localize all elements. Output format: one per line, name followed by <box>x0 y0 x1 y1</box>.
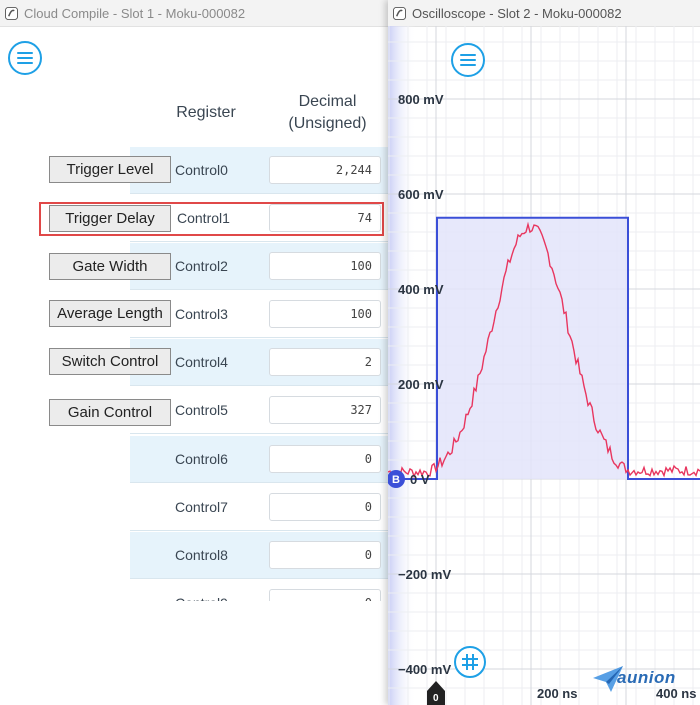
register-label-average-length[interactable]: Average Length <box>49 300 171 327</box>
register-name: Control1 <box>177 210 230 226</box>
register-row-control6: Control6 0 <box>130 436 388 483</box>
register-name: Control4 <box>175 354 228 370</box>
scope-menu-icon[interactable] <box>451 43 485 77</box>
register-name: Control7 <box>175 499 228 515</box>
register-name: Control0 <box>175 162 228 178</box>
cloud-compile-window: Cloud Compile - Slot 1 - Moku-000082 Reg… <box>0 0 390 705</box>
register-value-input[interactable]: 0 <box>269 493 381 521</box>
oscilloscope-window: Oscilloscope - Slot 2 - Moku-000082 800 … <box>388 0 700 705</box>
trigger-marker-label: 0 <box>433 693 439 704</box>
y-axis-label: 400 mV <box>398 282 444 297</box>
channel-b-label: B <box>392 474 400 486</box>
right-window-title: Oscilloscope - Slot 2 - Moku-000082 <box>412 5 622 21</box>
pulse-fill <box>437 217 628 479</box>
decimal-header-line2: (Unsigned) <box>288 115 367 132</box>
left-titlebar[interactable]: Cloud Compile - Slot 1 - Moku-000082 <box>0 0 390 27</box>
register-row-control7: Control7 0 <box>130 484 388 531</box>
register-value-input[interactable]: 100 <box>269 300 381 328</box>
register-name: Control6 <box>175 451 228 467</box>
decimal-header-line1: Decimal <box>298 93 357 110</box>
watermark-text: aunion <box>617 668 676 687</box>
register-row-control8: Control8 0 <box>130 532 388 579</box>
left-window-title: Cloud Compile - Slot 1 - Moku-000082 <box>24 5 246 21</box>
x-axis-label: 200 ns <box>537 686 577 701</box>
register-name: Control8 <box>175 547 228 563</box>
register-name: Control2 <box>175 258 228 274</box>
register-label-gate-width[interactable]: Gate Width <box>49 253 171 280</box>
register-label-trigger-level[interactable]: Trigger Level <box>49 156 171 183</box>
watermark-logo: aunion <box>591 664 691 698</box>
grid-icon[interactable] <box>454 646 486 678</box>
register-label-gain-control[interactable]: Gain Control <box>49 399 171 426</box>
right-titlebar[interactable]: Oscilloscope - Slot 2 - Moku-000082 <box>388 0 700 27</box>
register-value-input[interactable]: 2 <box>269 348 381 376</box>
register-value-input[interactable]: 0 <box>269 541 381 569</box>
register-value-input[interactable]: 100 <box>269 252 381 280</box>
y-axis-label: 600 mV <box>398 187 444 202</box>
register-value-input[interactable]: 0 <box>269 445 381 473</box>
register-value-input[interactable]: 74 <box>269 204 381 232</box>
moku-app-icon <box>393 6 406 20</box>
register-value-input[interactable]: 327 <box>269 396 381 424</box>
y-axis-label: −400 mV <box>398 662 451 677</box>
decimal-column-header: Decimal (Unsigned) <box>270 91 385 135</box>
oscilloscope-plot[interactable]: 800 mV 600 mV 400 mV 200 mV 0 V −200 mV −400 m… <box>388 26 700 705</box>
register-label-trigger-delay[interactable]: Trigger Delay <box>49 205 171 232</box>
register-column-header: Register <box>176 104 236 121</box>
y-axis-label: 0 V <box>410 472 430 487</box>
y-axis-label: 200 mV <box>398 377 444 392</box>
menu-icon[interactable] <box>8 41 42 75</box>
register-name: Control5 <box>175 402 228 418</box>
moku-app-icon <box>5 6 18 20</box>
list-clip-area <box>130 601 388 705</box>
register-label-switch-control[interactable]: Switch Control <box>49 348 171 375</box>
y-axis-label: −200 mV <box>398 567 451 582</box>
register-value-input[interactable]: 2,244 <box>269 156 381 184</box>
register-name: Control3 <box>175 306 228 322</box>
y-axis-label: 800 mV <box>398 92 444 107</box>
